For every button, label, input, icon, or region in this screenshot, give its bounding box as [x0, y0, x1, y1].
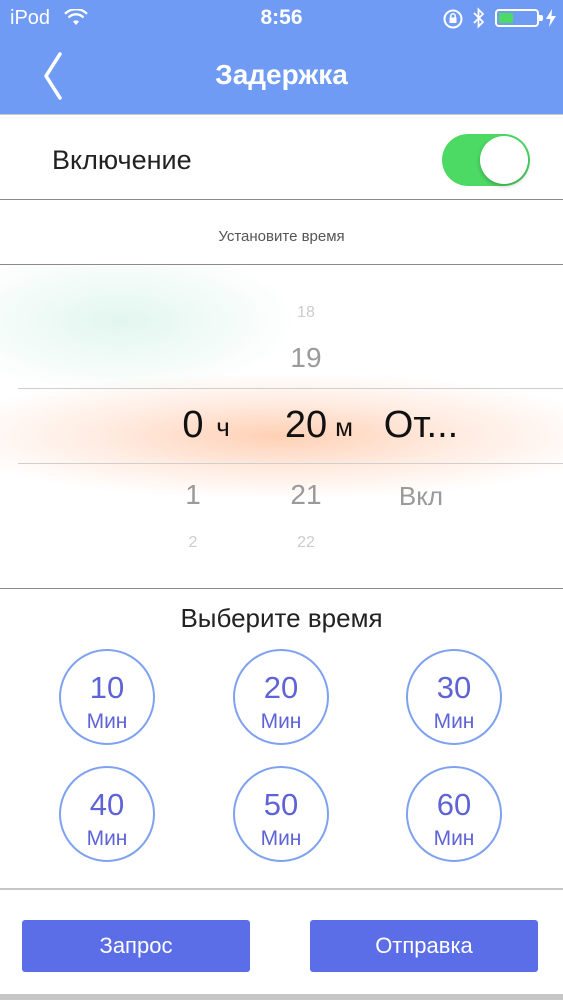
- picker-selection-bottom-line: [18, 463, 563, 464]
- header-bar: iPod 8:56 Задержка: [0, 0, 563, 114]
- minutes-above-far: 18: [297, 304, 315, 321]
- set-time-header: Установите время: [0, 200, 563, 265]
- time-picker[interactable]: 0 ч 1 2 18 19 20 м 21 22 От... Вкл: [0, 266, 563, 589]
- preset-60-min-button[interactable]: 60 Мин: [406, 766, 502, 862]
- minutes-below: 21: [290, 479, 322, 510]
- preset-20-min-button[interactable]: 20 Мин: [233, 649, 329, 745]
- battery-icon: [495, 9, 543, 27]
- choose-time-title: Выберите время: [180, 603, 383, 633]
- enable-label: Включение: [52, 145, 192, 175]
- preset-40-min-button[interactable]: 40 Мин: [59, 766, 155, 862]
- hours-unit: ч: [216, 412, 230, 442]
- mode-selected: От...: [383, 404, 459, 446]
- preset-10-min-button[interactable]: 10 Мин: [59, 649, 155, 745]
- status-bar: iPod 8:56: [0, 0, 563, 36]
- enable-toggle[interactable]: [442, 134, 530, 186]
- charging-icon: [546, 9, 556, 27]
- page-title: Задержка: [215, 59, 348, 90]
- hours-below-far: 2: [188, 534, 198, 551]
- bottom-action-bar: Запрос Отправка: [0, 888, 563, 996]
- query-button[interactable]: Запрос: [22, 920, 250, 972]
- set-time-label: Установите время: [218, 228, 345, 245]
- toggle-knob: [480, 136, 528, 184]
- bluetooth-icon: [473, 7, 485, 29]
- enable-row: Включение: [0, 114, 563, 200]
- minutes-selected: 20: [284, 404, 328, 446]
- orientation-lock-icon: [443, 9, 463, 29]
- minutes-above: 19: [290, 342, 322, 373]
- picker-selection-top-line: [18, 388, 563, 389]
- preset-30-min-button[interactable]: 30 Мин: [406, 649, 502, 745]
- hours-below: 1: [185, 479, 201, 510]
- preset-50-min-button[interactable]: 50 Мин: [233, 766, 329, 862]
- minutes-below-far: 22: [297, 534, 315, 551]
- send-button[interactable]: Отправка: [310, 920, 538, 972]
- minutes-unit: м: [335, 412, 353, 442]
- bottom-edge: [0, 994, 563, 1000]
- mode-below: Вкл: [398, 481, 444, 511]
